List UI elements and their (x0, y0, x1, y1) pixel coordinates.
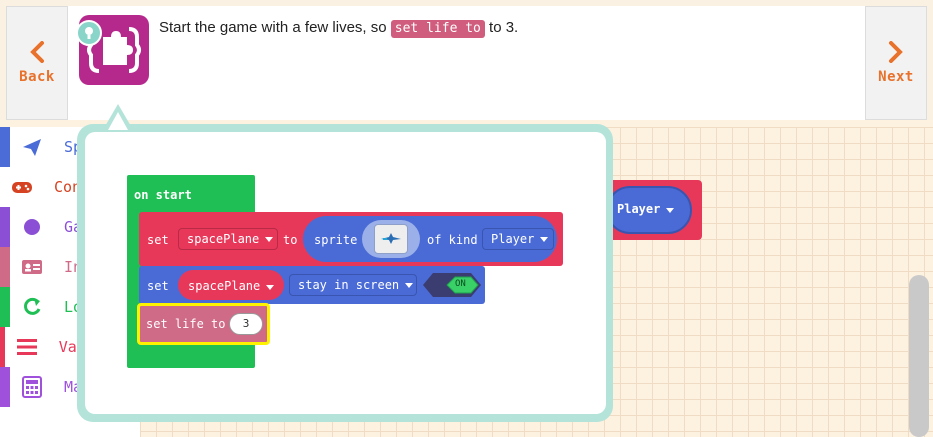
refresh-icon (21, 296, 43, 318)
id-card-icon (21, 256, 43, 278)
flag-dropdown-stay-in-screen[interactable]: stay in screen (289, 274, 417, 296)
next-button[interactable]: Next (865, 6, 927, 120)
life-value-input[interactable]: 3 (229, 313, 263, 335)
next-label: Next (878, 69, 914, 85)
spaceplane-variable-label: spacePlane (188, 279, 275, 293)
list-icon (16, 336, 38, 358)
back-button[interactable]: Back (6, 6, 68, 120)
variable-dropdown-spaceplane[interactable]: spacePlane (178, 228, 278, 250)
lightbulb-icon[interactable] (76, 20, 102, 46)
to-keyword: to (283, 233, 298, 247)
chevron-left-icon (30, 41, 44, 63)
set-life-label: set life to (146, 317, 226, 331)
calculator-icon (21, 376, 43, 398)
sprite-keyword: sprite (314, 233, 358, 247)
instruction-block-chip: set life to (390, 20, 485, 38)
workspace-kind-label: Player (617, 202, 675, 216)
back-label: Back (19, 69, 55, 85)
instruction-text-after: to 3. (484, 19, 519, 36)
spaceplane-image-icon (374, 224, 408, 254)
instruction-text-before: Start the game with a few lives, so (159, 19, 391, 36)
kind-dropdown-player[interactable]: Player (482, 228, 554, 250)
gamepad-icon (11, 176, 33, 198)
toggle-switch[interactable] (423, 272, 481, 298)
on-start-label: on start (134, 188, 192, 202)
set-keyword: set (147, 233, 169, 247)
set-keyword: set (147, 279, 169, 293)
of-kind-keyword: of kind (427, 233, 478, 247)
tutorial-instruction: Start the game with a few lives, so set … (159, 19, 518, 38)
toggle-label: ON (455, 279, 466, 289)
chevron-right-icon (889, 41, 903, 63)
circle-icon (21, 216, 43, 238)
workspace-scrollbar[interactable] (909, 275, 929, 437)
paper-plane-icon (21, 136, 43, 158)
